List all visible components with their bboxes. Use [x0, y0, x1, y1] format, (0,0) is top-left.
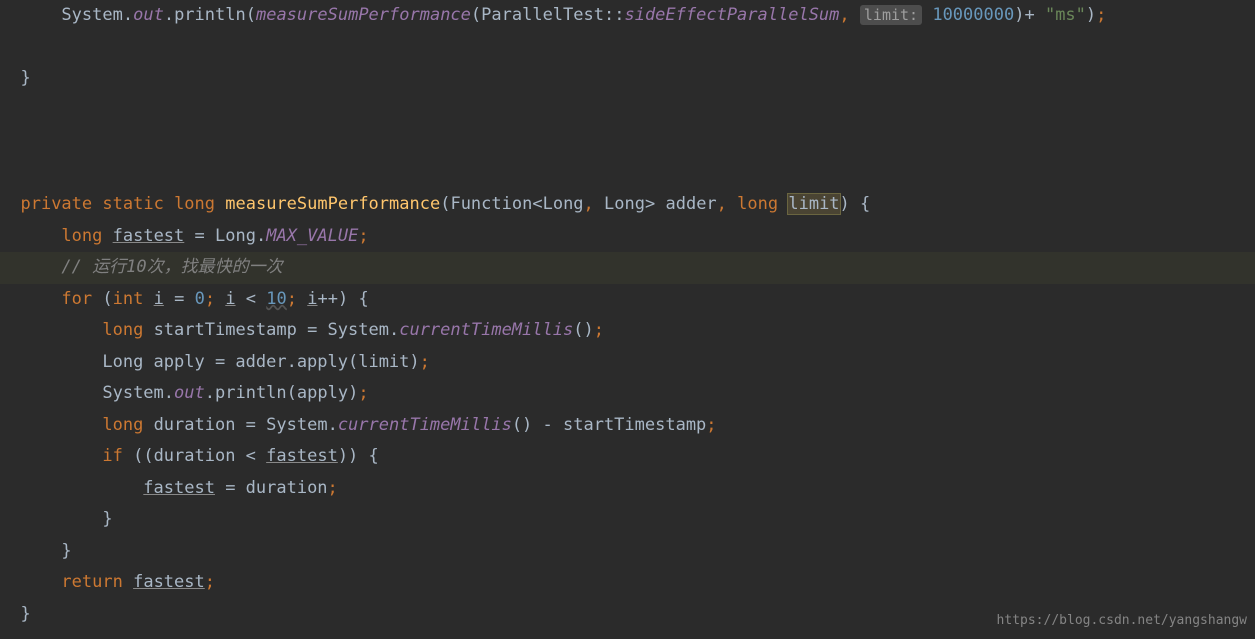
code-text: ((duration <: [133, 446, 266, 466]
type: Long: [543, 194, 584, 214]
var-i: i: [154, 289, 164, 309]
var-i: i: [225, 289, 235, 309]
inline-param-hint: limit:: [860, 5, 922, 25]
keyword-for: for: [61, 289, 92, 309]
code-text: duration = System: [154, 415, 328, 435]
paren: ): [1086, 5, 1096, 25]
code-line[interactable]: long fastest = Long.MAX_VALUE;: [0, 221, 1255, 253]
code-line[interactable]: fastest = duration;: [0, 473, 1255, 505]
code-line[interactable]: }: [0, 536, 1255, 568]
paren: (: [246, 5, 256, 25]
code-line-if[interactable]: if ((duration < fastest)) {: [0, 441, 1255, 473]
var-fastest: fastest: [266, 446, 338, 466]
keyword-long: long: [102, 415, 143, 435]
indent: [0, 194, 20, 214]
semicolon: ;: [1096, 5, 1106, 25]
var-fastest: fastest: [143, 478, 215, 498]
code-line-empty[interactable]: [0, 95, 1255, 127]
code-line-for[interactable]: for (int i = 0; i < 10; i++) {: [0, 284, 1255, 316]
method-println: println: [215, 383, 287, 403]
code-line[interactable]: long startTimestamp = System.currentTime…: [0, 315, 1255, 347]
keyword-long: long: [102, 320, 143, 340]
class-ref: System: [61, 5, 122, 25]
code-line-return[interactable]: return fastest;: [0, 567, 1255, 599]
string-literal: "ms": [1045, 5, 1086, 25]
code-text: startTimestamp = System: [154, 320, 389, 340]
keyword-long: long: [61, 226, 102, 246]
class-ref: Long: [215, 226, 256, 246]
brace-close: }: [0, 541, 72, 561]
space: [922, 5, 932, 25]
brace: {: [850, 194, 870, 214]
paren: ): [1014, 5, 1024, 25]
code-line[interactable]: }: [0, 504, 1255, 536]
code-text: [0, 5, 61, 25]
var-i: i: [307, 289, 317, 309]
keyword-long: long: [737, 194, 778, 214]
static-field-out: out: [174, 383, 205, 403]
method-currentTimeMillis: currentTimeMillis: [338, 415, 512, 435]
method-currentTimeMillis: currentTimeMillis: [399, 320, 573, 340]
number-literal-warning: 10: [266, 289, 286, 309]
dot: .: [164, 5, 174, 25]
var-fastest: fastest: [133, 572, 205, 592]
var-fastest: fastest: [113, 226, 185, 246]
code-line[interactable]: System.out.println(apply);: [0, 378, 1255, 410]
method-name: println: [174, 5, 246, 25]
brace-close: }: [0, 509, 113, 529]
param: adder: [665, 194, 716, 214]
number-literal: 10000000: [932, 5, 1014, 25]
brace: }: [0, 68, 31, 88]
code-line-empty[interactable]: [0, 126, 1255, 158]
code-line-comment-highlighted[interactable]: // 运行10次，找最快的一次: [0, 252, 1255, 284]
type: Long: [604, 194, 645, 214]
keyword-long: long: [174, 194, 215, 214]
code-line[interactable]: long duration = System.currentTimeMillis…: [0, 410, 1255, 442]
paren: (: [440, 194, 450, 214]
code-line[interactable]: Long apply = adder.apply(limit);: [0, 347, 1255, 379]
keyword-private: private: [20, 194, 92, 214]
method-name: measureSumPerformance: [225, 194, 440, 214]
keyword-return: return: [61, 572, 122, 592]
keyword-static: static: [102, 194, 163, 214]
param-limit-highlighted: limit: [788, 194, 839, 214]
type: Function: [450, 194, 532, 214]
operator: +: [1024, 5, 1044, 25]
keyword-if: if: [102, 446, 122, 466]
constant-max-value: MAX_VALUE: [266, 226, 358, 246]
watermark-text: https://blog.csdn.net/yangshangw: [997, 605, 1247, 637]
code-line[interactable]: }: [0, 63, 1255, 95]
class-ref: System: [102, 383, 163, 403]
method-ref: measureSumPerformance: [256, 5, 471, 25]
code-text: = duration: [215, 478, 328, 498]
number-literal: 0: [195, 289, 205, 309]
method-ref: sideEffectParallelSum: [624, 5, 839, 25]
code-line-empty[interactable]: [0, 158, 1255, 190]
code-line-empty[interactable]: [0, 32, 1255, 64]
code-text: - startTimestamp: [532, 415, 706, 435]
comment: // 运行10次，找最快的一次: [61, 257, 282, 277]
static-field: out: [133, 5, 164, 25]
keyword-int: int: [113, 289, 144, 309]
code-line[interactable]: System.out.println(measureSumPerformance…: [0, 0, 1255, 32]
code-line-method-signature[interactable]: private static long measureSumPerformanc…: [0, 189, 1255, 221]
dot: .: [123, 5, 133, 25]
brace-close: }: [0, 604, 31, 624]
operator: ::: [604, 5, 624, 25]
class-ref: ParallelTest: [481, 5, 604, 25]
code-text: Long apply = adder.apply(limit): [102, 352, 419, 372]
comma: ,: [839, 5, 859, 25]
paren: (: [471, 5, 481, 25]
code-editor[interactable]: System.out.println(measureSumPerformance…: [0, 0, 1255, 630]
